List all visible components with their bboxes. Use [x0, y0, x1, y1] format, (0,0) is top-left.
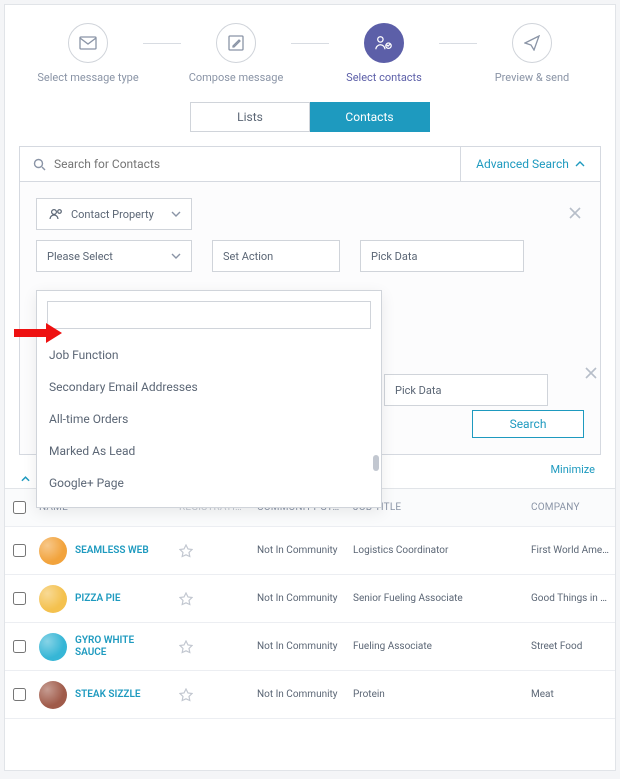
row-checkbox[interactable]	[13, 640, 26, 653]
avatar	[39, 633, 67, 661]
dropdown-option[interactable]: Secondary Email Addresses	[37, 371, 381, 403]
contact-name-link[interactable]: STEAK SIZZLE	[75, 689, 141, 701]
search-input[interactable]	[54, 157, 450, 171]
field-label: Pick Data	[371, 250, 417, 263]
select-label: Please Select	[47, 250, 113, 263]
envelope-icon	[79, 34, 97, 52]
table-row[interactable]: SEAMLESS WEB Not In CommunityLogistics Co…	[5, 527, 615, 575]
person-icon	[47, 205, 65, 223]
chevron-down-icon	[171, 211, 181, 217]
pick-data-field[interactable]: Pick Data	[360, 240, 524, 272]
tab-lists[interactable]: Lists	[190, 102, 310, 132]
community-status: Not In Community	[251, 641, 347, 652]
field-label: Set Action	[223, 250, 273, 263]
stepper: Select message type Compose message Sele…	[5, 5, 615, 94]
compose-icon	[227, 34, 245, 52]
step-connector	[439, 43, 477, 44]
contact-name-link[interactable]: PIZZA PIE	[75, 593, 121, 605]
pick-data-field-2[interactable]: Pick Data	[384, 374, 548, 406]
dropdown-search-input[interactable]	[47, 301, 371, 329]
step-select-contacts[interactable]: Select contacts	[329, 23, 439, 84]
company: First World Amenities	[525, 545, 615, 556]
step-label: Preview & send	[495, 71, 570, 84]
contact-name-link[interactable]: SEAMLESS WEB	[75, 545, 149, 557]
company: Good Things in Life	[525, 593, 615, 604]
col-company[interactable]: COMPANY	[525, 502, 615, 513]
criteria-block-1: Contact Property Please Select Set Actio…	[36, 198, 584, 272]
property-dropdown: Job Function Secondary Email Addresses A…	[36, 290, 382, 508]
remove-criteria-button[interactable]	[568, 206, 582, 220]
registration-icon	[179, 544, 245, 558]
avatar	[39, 585, 67, 613]
dropdown-option[interactable]: Job Function	[37, 339, 381, 371]
table-row[interactable]: STEAK SIZZLE Not In CommunityProteinMeat	[5, 671, 615, 719]
select-label: Contact Property	[71, 208, 154, 221]
select-all-checkbox[interactable]	[13, 501, 26, 514]
please-select-dropdown[interactable]: Please Select	[36, 240, 192, 272]
job-title: Fueling Associate	[347, 641, 525, 652]
avatar	[39, 537, 67, 565]
row-checkbox[interactable]	[13, 592, 26, 605]
registration-icon	[179, 592, 245, 606]
step-label: Select message type	[37, 71, 138, 84]
step-compose[interactable]: Compose message	[181, 23, 291, 84]
criteria-panel: Contact Property Please Select Set Actio…	[19, 182, 601, 455]
set-action-field[interactable]: Set Action	[212, 240, 340, 272]
scrollbar-thumb[interactable]	[373, 455, 379, 471]
tab-contacts[interactable]: Contacts	[310, 102, 430, 132]
avatar	[39, 681, 67, 709]
step-message-type[interactable]: Select message type	[33, 23, 143, 84]
step-preview-send[interactable]: Preview & send	[477, 23, 587, 84]
remove-criteria-button-2[interactable]	[584, 366, 598, 380]
contact-name-link[interactable]: GYRO WHITE SAUCE	[75, 635, 167, 659]
contact-property-select[interactable]: Contact Property	[36, 198, 192, 230]
step-label: Select contacts	[346, 71, 422, 84]
dropdown-option[interactable]: Google+ Page	[37, 467, 381, 499]
row-checkbox[interactable]	[13, 688, 26, 701]
step-connector	[143, 43, 181, 44]
field-label: Pick Data	[395, 384, 441, 397]
company: Meat	[525, 689, 615, 700]
dropdown-option[interactable]: Industry	[37, 499, 381, 507]
callout-arrow	[14, 323, 62, 343]
community-status: Not In Community	[251, 689, 347, 700]
job-title: Protein	[347, 689, 525, 700]
chevron-down-icon	[171, 253, 181, 259]
tabs: Lists Contacts	[5, 102, 615, 132]
search-row: Advanced Search	[19, 146, 601, 182]
dropdown-option[interactable]: All-time Orders	[37, 403, 381, 435]
company: Street Food	[525, 641, 615, 652]
community-status: Not In Community	[251, 593, 347, 604]
search-icon	[30, 155, 48, 173]
job-title: Logistics Coordinator	[347, 545, 525, 556]
step-connector	[291, 43, 329, 44]
chevron-up-icon	[575, 161, 585, 167]
table-row[interactable]: PIZZA PIE Not In CommunitySenior Fueling …	[5, 575, 615, 623]
table-row[interactable]: GYRO WHITE SAUCE Not In CommunityFueling …	[5, 623, 615, 671]
send-icon	[523, 34, 541, 52]
registration-icon	[179, 688, 245, 702]
search-button[interactable]: Search	[472, 410, 584, 438]
advanced-search-toggle[interactable]: Advanced Search	[460, 147, 600, 181]
dropdown-search	[37, 291, 381, 339]
row-checkbox[interactable]	[13, 544, 26, 557]
step-label: Compose message	[189, 71, 284, 84]
community-status: Not In Community	[251, 545, 347, 556]
registration-icon	[179, 640, 245, 654]
contacts-icon	[375, 34, 393, 52]
search-box	[20, 147, 460, 181]
advanced-search-label: Advanced Search	[476, 157, 569, 171]
job-title: Senior Fueling Associate	[347, 593, 525, 604]
contacts-table: NAME REGISTRATIONS COMMUNITY STATUS JOB …	[5, 488, 615, 719]
dropdown-option[interactable]: Marked As Lead	[37, 435, 381, 467]
